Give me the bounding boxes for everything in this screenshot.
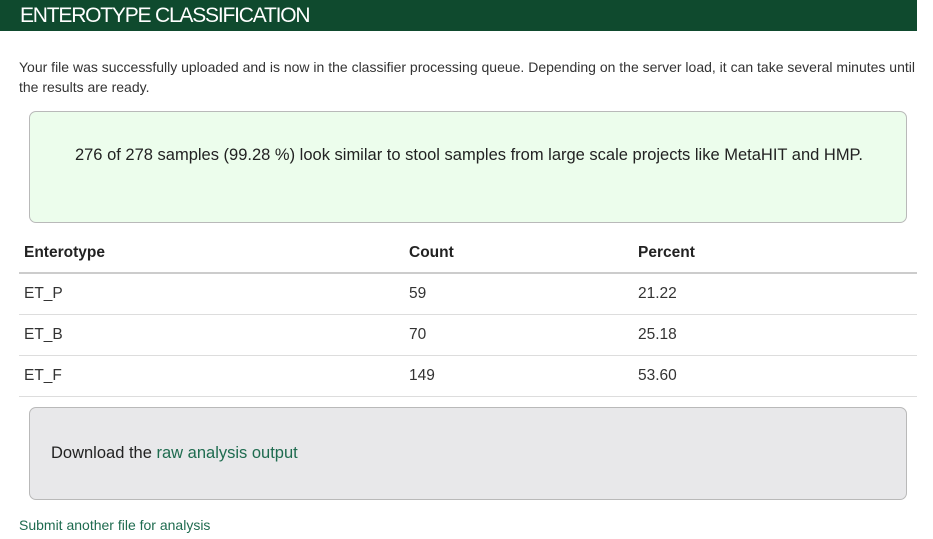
classification-summary-text: 276 of 278 samples (99.28 %) look simila… [74,146,864,164]
count-cell: 59 [404,273,633,315]
download-prefix: Download the [51,444,152,462]
submit-another-file-link[interactable]: Submit another file for analysis [19,517,210,534]
enterotype-cell: ET_F [19,355,404,397]
count-column-header: Count [404,233,633,274]
page-title: ENTEROTYPE CLASSIFICATION [20,4,311,27]
table-header-row: Enterotype Count Percent [19,233,917,274]
table-row: ET_F 149 53.60 [19,355,917,397]
download-panel: Download the raw analysis output [29,407,907,500]
enterotype-cell: ET_B [19,314,404,356]
page-header: ENTEROTYPE CLASSIFICATION [0,0,917,31]
percent-cell: 25.18 [633,314,917,356]
count-cell: 149 [404,355,633,397]
enterotype-column-header: Enterotype [19,233,404,274]
table-row: ET_P 59 21.22 [19,273,917,315]
percent-column-header: Percent [633,233,917,274]
enterotype-cell: ET_P [19,273,404,315]
count-cell: 70 [404,314,633,356]
upload-status-message: Your file was successfully uploaded and … [19,59,915,95]
table-row: ET_B 70 25.18 [19,314,917,356]
download-text: Download the raw analysis output [51,443,298,463]
percent-cell: 21.22 [633,273,917,315]
enterotype-results-table: Enterotype Count Percent ET_P 59 21.22 E… [19,233,917,397]
classification-summary-alert: 276 of 278 samples (99.28 %) look simila… [29,111,907,223]
percent-cell: 53.60 [633,355,917,397]
raw-analysis-output-link[interactable]: raw analysis output [157,444,298,462]
